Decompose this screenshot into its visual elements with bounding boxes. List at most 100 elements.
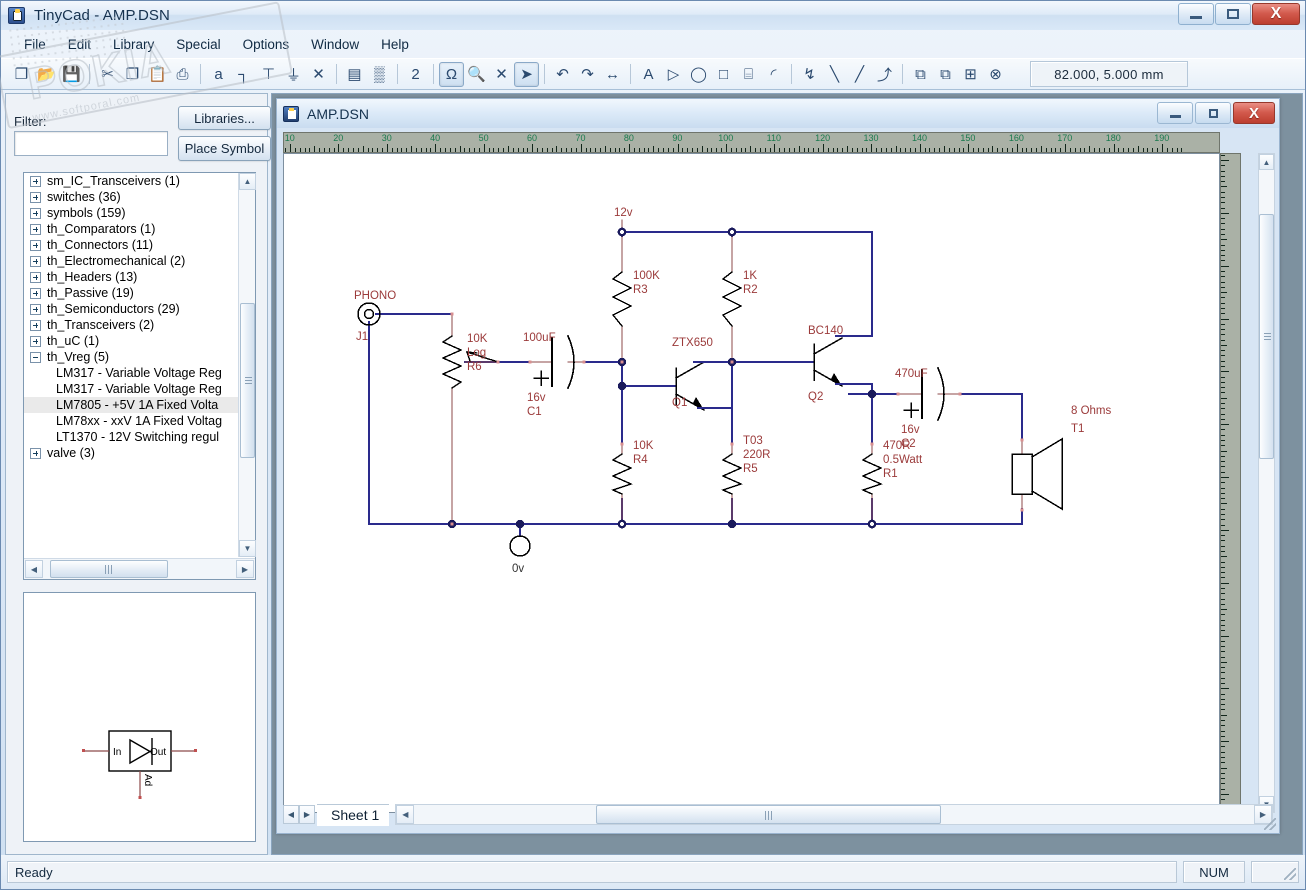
scroll-thumb-horizontal[interactable] [596, 805, 941, 824]
delete-icon[interactable]: ✕ [489, 62, 514, 87]
tree-item-8[interactable]: th_Semiconductors (29) [24, 301, 238, 317]
expand-icon[interactable] [30, 336, 41, 347]
canvas-vertical-scrollbar[interactable]: ▲ ▼ [1258, 153, 1275, 813]
note-tool-icon[interactable]: ⌸ [736, 62, 761, 87]
zoom-icon[interactable]: 🔍 [464, 62, 489, 87]
tree-item-15[interactable]: LM78xx - xxV 1A Fixed Voltag [24, 413, 238, 429]
menu-library[interactable]: Library [102, 34, 165, 55]
scroll-thumb[interactable] [240, 303, 255, 458]
scroll-thumb-horizontal[interactable] [50, 560, 168, 578]
document-maximize-button[interactable] [1195, 102, 1231, 124]
select-arrow-icon[interactable]: ➤ [514, 62, 539, 87]
ruler-icon[interactable]: ▤ [342, 62, 367, 87]
grid-icon[interactable]: ▒ [367, 62, 392, 87]
expand-icon[interactable] [30, 240, 41, 251]
bus-tool-icon[interactable]: ↯ [797, 62, 822, 87]
expand-icon[interactable] [30, 176, 41, 187]
sheet-prev-button[interactable]: ◀ [283, 805, 299, 824]
close-button[interactable]: X [1252, 3, 1300, 25]
tree-item-6[interactable]: th_Headers (13) [24, 269, 238, 285]
status-resize-grip[interactable] [1251, 861, 1299, 883]
undo-icon[interactable]: ↶ [550, 62, 575, 87]
no-connect-icon[interactable]: ✕ [306, 62, 331, 87]
junction-icon[interactable]: ┐ [231, 62, 256, 87]
save-file-icon[interactable]: 💾 [59, 62, 84, 87]
print-icon[interactable]: ⎙ [170, 62, 195, 87]
schematic-canvas[interactable]: 12v 100K R3 1K R2 10K R4 T03 220R R5 470… [283, 153, 1220, 813]
sheet-next-button[interactable]: ▶ [299, 805, 315, 824]
redo-icon[interactable]: ↷ [575, 62, 600, 87]
tree-item-13[interactable]: LM317 - Variable Voltage Reg [24, 381, 238, 397]
scroll-left-icon[interactable]: ◀ [396, 805, 414, 824]
ellipse-tool-icon[interactable]: ◯ [686, 62, 711, 87]
tree-item-0[interactable]: sm_IC_Transceivers (1) [24, 173, 238, 189]
power-icon[interactable]: ⊤ [256, 62, 281, 87]
erc-icon[interactable]: ⧉ [933, 62, 958, 87]
scroll-left-icon[interactable]: ◀ [25, 560, 43, 578]
expand-icon[interactable] [30, 320, 41, 331]
scroll-up-icon[interactable]: ▲ [239, 173, 256, 190]
scroll-right-icon[interactable]: ▶ [236, 560, 254, 578]
symbol-omega-icon[interactable]: Ω [439, 62, 464, 87]
place-symbol-button[interactable]: Place Symbol [178, 136, 271, 161]
tree-item-12[interactable]: LM317 - Variable Voltage Reg [24, 365, 238, 381]
arc-tool-icon[interactable]: ◜ [761, 62, 786, 87]
tree-item-14[interactable]: LM7805 - +5V 1A Fixed Volta [24, 397, 238, 413]
open-file-icon[interactable]: 📂 [34, 62, 59, 87]
bus-jump-icon[interactable]: ⤴ [872, 62, 897, 87]
line-tool-icon[interactable]: ╱ [847, 62, 872, 87]
document-close-button[interactable]: X [1233, 102, 1275, 124]
collapse-icon[interactable] [30, 352, 41, 363]
new-file-icon[interactable]: ❐ [9, 62, 34, 87]
scroll-thumb[interactable] [1259, 214, 1274, 459]
wire-tool-icon[interactable]: ╲ [822, 62, 847, 87]
cut-icon[interactable]: ✂ [95, 62, 120, 87]
ground-icon[interactable]: ⏚ [281, 62, 306, 87]
expand-icon[interactable] [30, 224, 41, 235]
copy-icon[interactable]: ❐ [120, 62, 145, 87]
menu-help[interactable]: Help [370, 34, 420, 55]
menu-edit[interactable]: Edit [57, 34, 102, 55]
annotate-icon[interactable]: a [206, 62, 231, 87]
tree-item-11[interactable]: th_Vreg (5) [24, 349, 238, 365]
menu-window[interactable]: Window [300, 34, 370, 55]
maximize-button[interactable] [1215, 3, 1251, 25]
spice-icon[interactable]: ⊗ [983, 62, 1008, 87]
tree-item-2[interactable]: symbols (159) [24, 205, 238, 221]
rectangle-tool-icon[interactable]: □ [711, 62, 736, 87]
minimize-button[interactable] [1178, 3, 1214, 25]
filter-input[interactable] [14, 131, 168, 156]
menu-file[interactable]: File [13, 34, 57, 55]
mirror-icon[interactable]: ↔ [600, 62, 625, 87]
polygon-tool-icon[interactable]: ▷ [661, 62, 686, 87]
tree-item-7[interactable]: th_Passive (19) [24, 285, 238, 301]
add-pin-icon[interactable]: ⊞ [958, 62, 983, 87]
menu-special[interactable]: Special [165, 34, 231, 55]
sheet-tab-sheet1[interactable]: Sheet 1 [317, 804, 389, 826]
tree-vertical-scrollbar[interactable]: ▲ ▼ [238, 173, 255, 557]
expand-icon[interactable] [30, 288, 41, 299]
tree-item-17[interactable]: valve (3) [24, 445, 238, 461]
tree-item-1[interactable]: switches (36) [24, 189, 238, 205]
scroll-up-icon[interactable]: ▲ [1259, 154, 1274, 170]
menu-options[interactable]: Options [232, 34, 301, 55]
tree-item-5[interactable]: th_Electromechanical (2) [24, 253, 238, 269]
canvas-horizontal-scrollbar[interactable]: ◀ ▶ [395, 804, 1273, 825]
expand-icon[interactable] [30, 448, 41, 459]
tree-item-16[interactable]: LT1370 - 12V Switching regul [24, 429, 238, 445]
tree-item-3[interactable]: th_Comparators (1) [24, 221, 238, 237]
resize-grip[interactable] [1264, 818, 1276, 830]
tree-item-9[interactable]: th_Transceivers (2) [24, 317, 238, 333]
zoom-level-icon[interactable]: 2 [403, 62, 428, 87]
expand-icon[interactable] [30, 192, 41, 203]
scroll-down-icon[interactable]: ▼ [239, 540, 256, 557]
expand-icon[interactable] [30, 304, 41, 315]
tree-item-4[interactable]: th_Connectors (11) [24, 237, 238, 253]
expand-icon[interactable] [30, 208, 41, 219]
tree-item-10[interactable]: th_uC (1) [24, 333, 238, 349]
libraries-button[interactable]: Libraries... [178, 106, 271, 130]
text-tool-icon[interactable]: A [636, 62, 661, 87]
tree-horizontal-scrollbar[interactable]: ◀ ▶ [24, 558, 255, 579]
document-minimize-button[interactable] [1157, 102, 1193, 124]
expand-icon[interactable] [30, 272, 41, 283]
